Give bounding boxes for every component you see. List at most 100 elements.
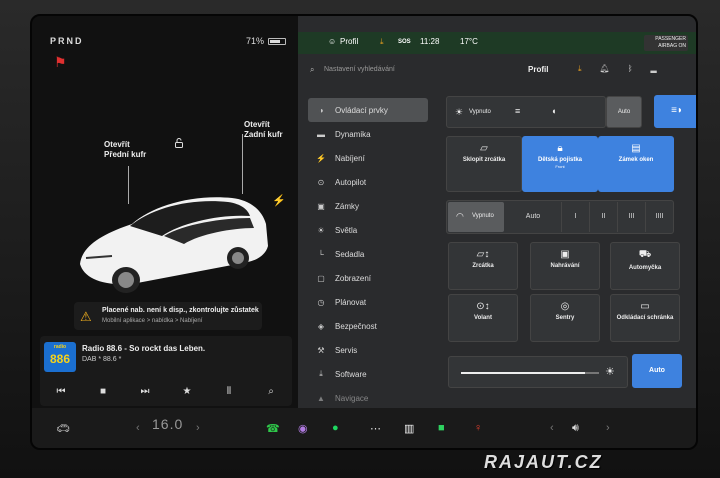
menu-item-pl-novat[interactable]: ◷ Plánovat <box>308 290 428 314</box>
menu-item-label: Sedadla <box>335 249 365 259</box>
charge-port-icon[interactable]: ⚡ <box>272 194 286 207</box>
glovebox-icon: ▭ <box>640 301 650 312</box>
steering-adjust-button[interactable]: ⊙↕ Volant <box>448 294 518 342</box>
menu-item-zobrazen-[interactable]: ▢ Zobrazení <box>308 266 428 290</box>
volume-down-icon[interactable]: ‹ <box>550 422 554 434</box>
front-trunk-label-1: Otevřít <box>104 140 130 149</box>
equalizer-icon[interactable]: ⫴ <box>219 386 239 397</box>
brightness-icon: ☀ <box>605 366 615 378</box>
light-icon[interactable]: ☀ <box>455 107 463 118</box>
car-wash-icon: ⛟ <box>638 249 652 260</box>
wiper-speed-2[interactable]: II <box>589 202 617 232</box>
previous-icon[interactable]: ⏮ <box>51 386 71 397</box>
energy-app-icon[interactable]: ■ <box>438 422 445 434</box>
notes-icon[interactable]: ▥ <box>404 422 414 435</box>
window-lock-button[interactable]: ▤ Zámek oken <box>598 136 674 192</box>
menu-item-label: Software <box>335 369 367 379</box>
bluetooth-icon[interactable]: ᛒ <box>628 64 633 74</box>
lights-off-label[interactable]: Vypnuto <box>469 109 491 115</box>
open-rear-trunk-button[interactable]: Otevřít Zadní kufr <box>244 120 283 140</box>
mirror-adjust-icon: ▱↕ <box>476 249 490 260</box>
menu-item-navigace[interactable]: ▲ Navigace <box>308 386 428 410</box>
brightness-slider[interactable]: ☀ <box>448 356 628 388</box>
wiper-speed-4[interactable]: IIII <box>645 202 673 232</box>
phone-icon[interactable]: ☎ <box>266 422 280 435</box>
glovebox-button[interactable]: ▭ Odkládací schránka <box>610 294 680 342</box>
signal-icon: ▂ <box>650 64 657 73</box>
unlock-icon[interactable] <box>174 138 184 148</box>
child-lock-button[interactable]: 🔒︎ Dětská pojistka Front <box>522 136 598 192</box>
menu-item-label: Navigace <box>335 393 369 403</box>
download-icon[interactable]: ⤓ <box>380 37 384 47</box>
car-wash-button[interactable]: ⛟ Automyčka <box>610 242 680 290</box>
low-beam-icon[interactable]: ◖ <box>551 106 556 116</box>
lights-auto-button[interactable]: Auto <box>606 96 642 128</box>
mirrors-adjust-button[interactable]: ▱↕ Zrcátka <box>448 242 518 290</box>
search-placeholder[interactable]: Nastavení vyhledávání <box>324 66 395 73</box>
toggle-icon: ◑ <box>318 105 324 115</box>
spotify-icon[interactable]: ● <box>332 422 339 434</box>
search-icon[interactable]: ⌕ <box>261 386 281 397</box>
menu-item-z-mky[interactable]: ▣ Zámky <box>308 194 428 218</box>
station-subtitle: DAB * 88.6 * <box>82 356 122 363</box>
menu-item-bezpe-nost[interactable]: ◈ Bezpečnost <box>308 314 428 338</box>
more-apps-icon[interactable]: ⋯ <box>370 422 381 435</box>
topbar-profile[interactable]: Profil <box>340 37 358 46</box>
menu-item-nab-jen-[interactable]: ⚡ Nabíjení <box>308 146 428 170</box>
menu-item-servis[interactable]: ⚒ Servis <box>308 338 428 362</box>
fold-mirrors-button[interactable]: ▱ Sklopit zrcátka <box>446 136 522 192</box>
bell-icon[interactable]: 🔔︎ <box>600 64 610 74</box>
stop-icon[interactable]: ■ <box>93 386 113 397</box>
open-front-trunk-button[interactable]: Otevřít Přední kufr <box>104 140 146 160</box>
status-icons: ⤓ 🔔︎ ᛒ ▂ <box>578 64 657 74</box>
outside-temperature: 17°C <box>460 37 478 46</box>
steering-wheel-icon: ⊙↕ <box>476 301 490 312</box>
brightness-auto-button[interactable]: Auto <box>632 354 682 388</box>
favorite-icon[interactable]: ★ <box>177 386 197 397</box>
sos-badge[interactable]: SOS <box>398 39 411 45</box>
joystick-icon[interactable]: ♀ <box>474 422 482 434</box>
bottom-dock: 🚗︎ ‹ 16.0 › ☎ ◉ ● ⋯ ▥ ■ ♀ ‹ 🔊︎ › <box>32 408 696 448</box>
volume-up-icon[interactable]: › <box>606 422 610 434</box>
menu-item-ovl-dac-prvky[interactable]: ◑ Ovládací prvky <box>308 98 428 122</box>
car-image <box>80 197 268 293</box>
bolt-icon: ⚡ <box>316 153 326 163</box>
headlights-control: ☀ Vypnuto ≡ ◖ <box>446 96 606 128</box>
settings-menu: ◑ Ovládací prvky ▬ Dynamika ⚡ Nabíjení ⊙ Autopi… <box>308 98 428 410</box>
menu-item-label: Světla <box>335 225 358 235</box>
menu-item-sedadla[interactable]: └ Sedadla <box>308 242 428 266</box>
wiper-speed-3[interactable]: III <box>617 202 645 232</box>
wiper-auto-button[interactable]: Auto <box>505 202 561 232</box>
parking-light-icon[interactable]: ≡ <box>515 106 520 116</box>
charging-notice[interactable]: ⚠ Placené nab. není k disp., zkontrolujt… <box>74 302 262 330</box>
download-icon[interactable]: ⤓ <box>578 64 582 74</box>
menu-item-label: Nabíjení <box>335 153 365 163</box>
temp-down-icon[interactable]: ‹ <box>136 422 140 434</box>
wiper-speed-1[interactable]: I <box>561 202 589 232</box>
high-beam-icon[interactable]: ≡◗ <box>654 95 696 128</box>
search-profile[interactable]: Profil <box>528 65 548 74</box>
camera-app-icon[interactable]: ◉ <box>298 422 308 435</box>
lock-icon: ▣ <box>317 201 325 211</box>
volume-icon[interactable]: 🔊︎ <box>572 422 579 435</box>
temp-up-icon[interactable]: › <box>196 422 200 434</box>
profile-icon[interactable]: ☺ <box>328 37 336 46</box>
seatbelt-warning-icon: ⚑ <box>54 54 67 70</box>
menu-item-label: Autopilot <box>335 177 367 187</box>
dashcam-button[interactable]: ▣ Nahrávání <box>530 242 600 290</box>
menu-item-autopilot[interactable]: ⊙ Autopilot <box>308 170 428 194</box>
menu-item-software[interactable]: ⤓ Software <box>308 362 428 386</box>
wiper-control: ◠ Vypnuto Auto I II III IIII <box>446 200 674 234</box>
menu-item-sv-tla[interactable]: ☀ Světla <box>308 218 428 242</box>
next-icon[interactable]: ⏭ <box>135 386 155 397</box>
clock-time: 11:28 <box>420 37 440 46</box>
car-icon[interactable]: 🚗︎ <box>56 422 70 435</box>
wiper-off-button[interactable]: ◠ Vypnuto <box>448 202 504 232</box>
climate-temperature[interactable]: 16.0 <box>152 416 183 432</box>
sentry-button[interactable]: ◎ Sentry <box>530 294 600 342</box>
mirror-icon: ▱ <box>480 143 488 154</box>
window-icon: ▤ <box>631 143 641 154</box>
menu-item-dynamika[interactable]: ▬ Dynamika <box>308 122 428 146</box>
search-bar[interactable]: ⌕ Nastavení vyhledávání Profil ⤓ 🔔︎ ᛒ ▂ <box>298 60 696 82</box>
menu-item-label: Zámky <box>335 201 359 211</box>
